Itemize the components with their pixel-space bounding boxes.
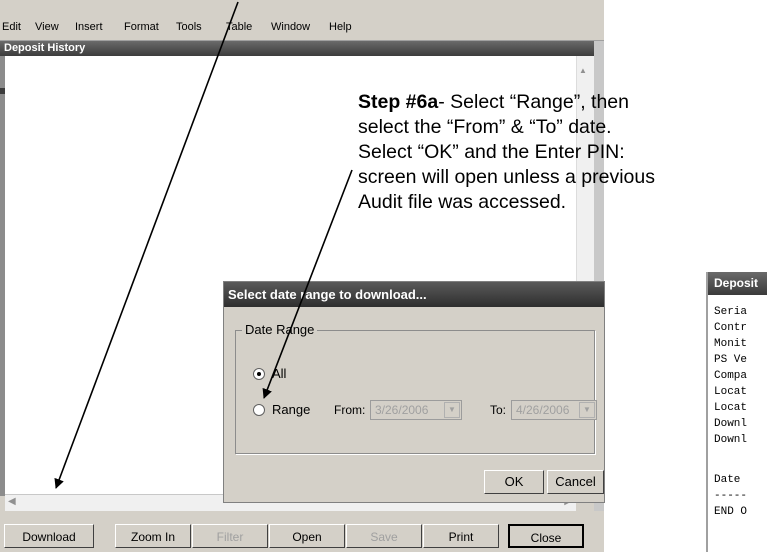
annotation-line-5: Audit file was accessed. <box>358 191 567 213</box>
scroll-up-icon[interactable]: ▲ <box>579 66 587 75</box>
open-button[interactable]: Open <box>269 524 345 548</box>
radio-all-label[interactable]: All <box>272 366 286 381</box>
menu-view[interactable]: View <box>35 21 59 33</box>
zoom-in-button[interactable]: Zoom In <box>115 524 191 548</box>
annotation-line-3: Select “OK” and the Enter PIN: <box>358 141 625 163</box>
report-line: Compa <box>714 370 748 382</box>
save-button[interactable]: Save <box>346 524 422 548</box>
chevron-down-icon[interactable]: ▼ <box>444 402 460 418</box>
to-date-value: 4/26/2006 <box>516 403 570 417</box>
annotation-text-1: - Select “Range”, then <box>438 91 629 113</box>
menu-help[interactable]: Help <box>329 21 352 33</box>
from-date-value: 3/26/2006 <box>375 403 429 417</box>
radio-range[interactable] <box>253 404 265 416</box>
radio-all[interactable] <box>253 368 265 380</box>
menu-tools[interactable]: Tools <box>176 21 202 33</box>
menu-bar: Edit View Insert Format Tools Table Wind… <box>0 16 604 41</box>
report-line: Locat <box>714 402 748 414</box>
date-range-dialog: Select date range to download... Date Ra… <box>223 281 605 503</box>
from-label: From: <box>334 403 366 417</box>
report-line: Contr <box>714 322 748 334</box>
cancel-button[interactable]: Cancel <box>547 470 604 494</box>
report-line: Locat <box>714 386 748 398</box>
print-button[interactable]: Print <box>423 524 499 548</box>
menu-format[interactable]: Format <box>124 21 159 33</box>
report-line: PS Ve <box>714 354 748 366</box>
group-label: Date Range <box>242 322 318 337</box>
report-line: ----- <box>714 490 748 502</box>
date-range-group <box>235 330 595 454</box>
menu-edit[interactable]: Edit <box>2 21 21 33</box>
report-line: Seria <box>714 306 748 318</box>
annotation-step: Step #6a <box>358 91 439 113</box>
report-line: Downl <box>714 418 748 430</box>
annotation-line-4: screen will open unless a previous <box>358 166 655 188</box>
scroll-left-icon[interactable]: ◀ <box>8 496 16 507</box>
close-button[interactable]: Close <box>508 524 584 548</box>
filter-button[interactable]: Filter <box>192 524 268 548</box>
download-button[interactable]: Download <box>4 524 94 548</box>
to-label: To: <box>490 403 507 417</box>
annotation-line-1: Step #6a- Select “Range”, then <box>358 90 767 115</box>
step-annotation: Step #6a- Select “Range”, then select th… <box>358 90 767 215</box>
chevron-down-icon[interactable]: ▼ <box>579 402 595 418</box>
to-date-picker[interactable]: 4/26/2006 ▼ <box>511 400 597 420</box>
deposit-report-window: Deposit Seria Contr Monit PS Ve Compa Lo… <box>706 272 767 552</box>
ok-button[interactable]: OK <box>484 470 544 494</box>
report-line: Date <box>714 474 741 486</box>
radio-range-label[interactable]: Range <box>272 402 310 417</box>
report-line: END O <box>714 506 748 518</box>
annotation-line-2: select the “From” & “To” date. <box>358 116 612 138</box>
report-line: Monit <box>714 338 748 350</box>
menu-table[interactable]: Table <box>226 21 252 33</box>
dialog-title: Select date range to download... <box>224 282 604 307</box>
window-title: Deposit History <box>0 41 604 56</box>
report-line: Downl <box>714 434 748 446</box>
menu-window[interactable]: Window <box>271 21 310 33</box>
menu-insert[interactable]: Insert <box>75 21 103 33</box>
report-title: Deposit <box>708 272 767 295</box>
from-date-picker[interactable]: 3/26/2006 ▼ <box>370 400 462 420</box>
